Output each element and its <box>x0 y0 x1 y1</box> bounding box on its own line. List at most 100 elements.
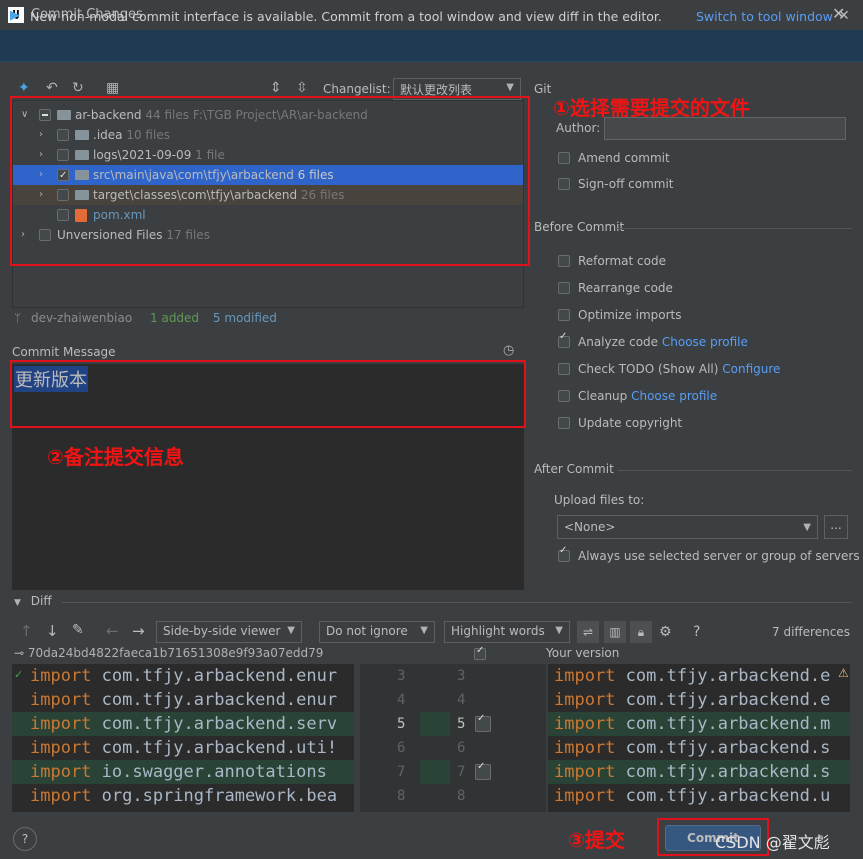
switch-to-tool-window-link[interactable]: Switch to tool window <box>696 9 833 24</box>
align-changes-icon[interactable]: ⇌ <box>577 621 599 643</box>
signoff-checkbox[interactable] <box>558 178 570 190</box>
signoff-commit-option[interactable]: Sign-off commit <box>558 177 674 191</box>
sync-scroll-icon[interactable]: ▥ <box>604 621 626 643</box>
expand-all-icon[interactable]: ⇕ <box>270 80 282 96</box>
edit-source-icon[interactable]: ✎ <box>72 622 84 644</box>
collapse-all-icon[interactable]: ⇳ <box>296 80 308 96</box>
left-line-number: 3 <box>397 668 406 684</box>
include-change-checkbox[interactable] <box>475 761 491 780</box>
analyze-option[interactable]: Analyze code Choose profile <box>558 335 748 349</box>
viewer-mode-dropdown[interactable]: Side-by-side viewer ▼ <box>156 621 302 643</box>
chevron-down-icon: ▼ <box>420 625 428 636</box>
whitespace-dropdown[interactable]: Do not ignore ▼ <box>319 621 435 643</box>
right-line-number: 3 <box>457 668 466 684</box>
left-code-line: import com.tfjy.arbackend.serv <box>30 714 338 734</box>
right-code-line: import com.tfjy.arbackend.s <box>554 738 831 758</box>
amend-commit-option[interactable]: Amend commit <box>558 151 670 165</box>
right-code-line: import com.tfjy.arbackend.e <box>554 666 831 686</box>
left-line-number: 7 <box>397 764 406 780</box>
changelist-label: Changelist: <box>323 82 391 96</box>
optimize-option[interactable]: Optimize imports <box>558 308 682 322</box>
diff-connector-svg <box>420 712 450 784</box>
right-line-number: 5 <box>457 716 466 732</box>
chevron-down-icon: ▼ <box>803 522 811 533</box>
amend-checkbox[interactable] <box>558 152 570 164</box>
rollback-icon[interactable]: ↶ <box>46 80 58 96</box>
left-line-number: 5 <box>397 716 406 732</box>
changelist-value: 默认更改列表 <box>400 83 473 97</box>
annotation-step2: ②备注提交信息 <box>47 445 184 469</box>
diff-connector <box>420 712 450 736</box>
back-icon[interactable]: ← <box>106 622 119 644</box>
todo-configure-link[interactable]: Configure <box>722 362 780 376</box>
right-code-line: import com.tfjy.arbackend.u <box>554 786 831 806</box>
analyze-checkbox[interactable] <box>558 336 570 348</box>
always-use-server-option[interactable]: Always use selected server or group of s… <box>558 549 860 563</box>
analyze-profile-link[interactable]: Choose profile <box>662 335 748 349</box>
right-line-number: 6 <box>457 740 466 756</box>
info-icon: ▶ <box>10 8 20 23</box>
cleanup-profile-link[interactable]: Choose profile <box>631 389 717 403</box>
added-count: 1 added <box>150 311 200 325</box>
rearrange-label: Rearrange code <box>578 281 673 295</box>
annotation-box-message <box>10 360 526 428</box>
next-difference-icon[interactable]: ↓ <box>46 622 59 644</box>
cleanup-option[interactable]: Cleanup Choose profile <box>558 389 717 403</box>
left-code-line: import io.swagger.annotations <box>30 762 327 782</box>
reformat-checkbox[interactable] <box>558 255 570 267</box>
browse-servers-button[interactable]: ... <box>824 515 848 539</box>
refresh-icon[interactable]: ↻ <box>72 80 84 96</box>
branch-icon: ᛘ <box>14 311 22 325</box>
include-change-checkbox[interactable] <box>475 713 491 732</box>
rearrange-checkbox[interactable] <box>558 282 570 294</box>
copyright-option[interactable]: Update copyright <box>558 416 682 430</box>
show-diff-icon[interactable]: ✦ <box>18 80 30 96</box>
left-file-header: ⊸ 70da24bd4822faeca1b71651308e9f93a07edd… <box>14 646 323 660</box>
upload-server-value: <None> <box>564 520 616 534</box>
group-by-icon[interactable]: ▦ <box>106 80 119 96</box>
viewer-mode-value: Side-by-side viewer <box>163 624 281 638</box>
chevron-down-icon[interactable]: ▼ <box>14 598 21 608</box>
reformat-option[interactable]: Reformat code <box>558 254 666 268</box>
cleanup-label: Cleanup <box>578 389 628 403</box>
notification-close-icon[interactable]: ✕ <box>838 8 850 24</box>
right-pane-title: Your version <box>546 646 620 660</box>
git-section-label: Git <box>534 82 552 96</box>
analyze-label: Analyze code <box>578 335 659 349</box>
upload-server-dropdown[interactable]: <None> ▼ <box>557 515 818 539</box>
gear-icon[interactable]: ⚙ <box>659 624 672 640</box>
before-commit-title: Before Commit <box>534 220 625 234</box>
whitespace-value: Do not ignore <box>326 624 408 638</box>
after-commit-title: After Commit <box>534 462 614 476</box>
optimize-checkbox[interactable] <box>558 309 570 321</box>
always-use-checkbox[interactable] <box>558 550 570 562</box>
diff-section-header[interactable]: ▼ Diff <box>14 594 52 608</box>
right-code-line: import com.tfjy.arbackend.e <box>554 690 831 710</box>
history-clock-icon[interactable]: ◷ <box>503 343 514 358</box>
chevron-down-icon: ▼ <box>506 82 514 93</box>
annotation-box-files <box>10 96 530 266</box>
warning-icon: ⚠ <box>838 666 849 680</box>
diff-help-icon[interactable]: ? <box>693 624 700 640</box>
left-line-number: 8 <box>397 788 406 804</box>
optimize-label: Optimize imports <box>578 308 682 322</box>
left-code-line: import org.springframework.bea <box>30 786 338 806</box>
diff-title: Diff <box>30 594 52 608</box>
todo-option[interactable]: Check TODO (Show All) Configure <box>558 362 780 376</box>
todo-checkbox[interactable] <box>558 363 570 375</box>
section-divider <box>616 228 852 229</box>
rearrange-option[interactable]: Rearrange code <box>558 281 673 295</box>
cleanup-checkbox[interactable] <box>558 390 570 402</box>
lock-icon[interactable]: 🔒︎ <box>630 621 652 643</box>
previous-difference-icon[interactable]: ↑ <box>20 622 33 644</box>
copyright-checkbox[interactable] <box>558 417 570 429</box>
annotation-step3: ③提交 <box>568 828 625 852</box>
author-input[interactable] <box>604 117 846 140</box>
csdn-watermark: CSDN @翟文彪 <box>715 833 830 852</box>
left-code-line: import com.tfjy.arbackend.enur <box>30 690 338 710</box>
forward-icon[interactable]: → <box>132 622 145 644</box>
include-all-checkbox[interactable] <box>474 645 486 660</box>
highlight-dropdown[interactable]: Highlight words ▼ <box>444 621 570 643</box>
help-button[interactable]: ? <box>13 827 37 851</box>
right-line-number: 8 <box>457 788 466 804</box>
